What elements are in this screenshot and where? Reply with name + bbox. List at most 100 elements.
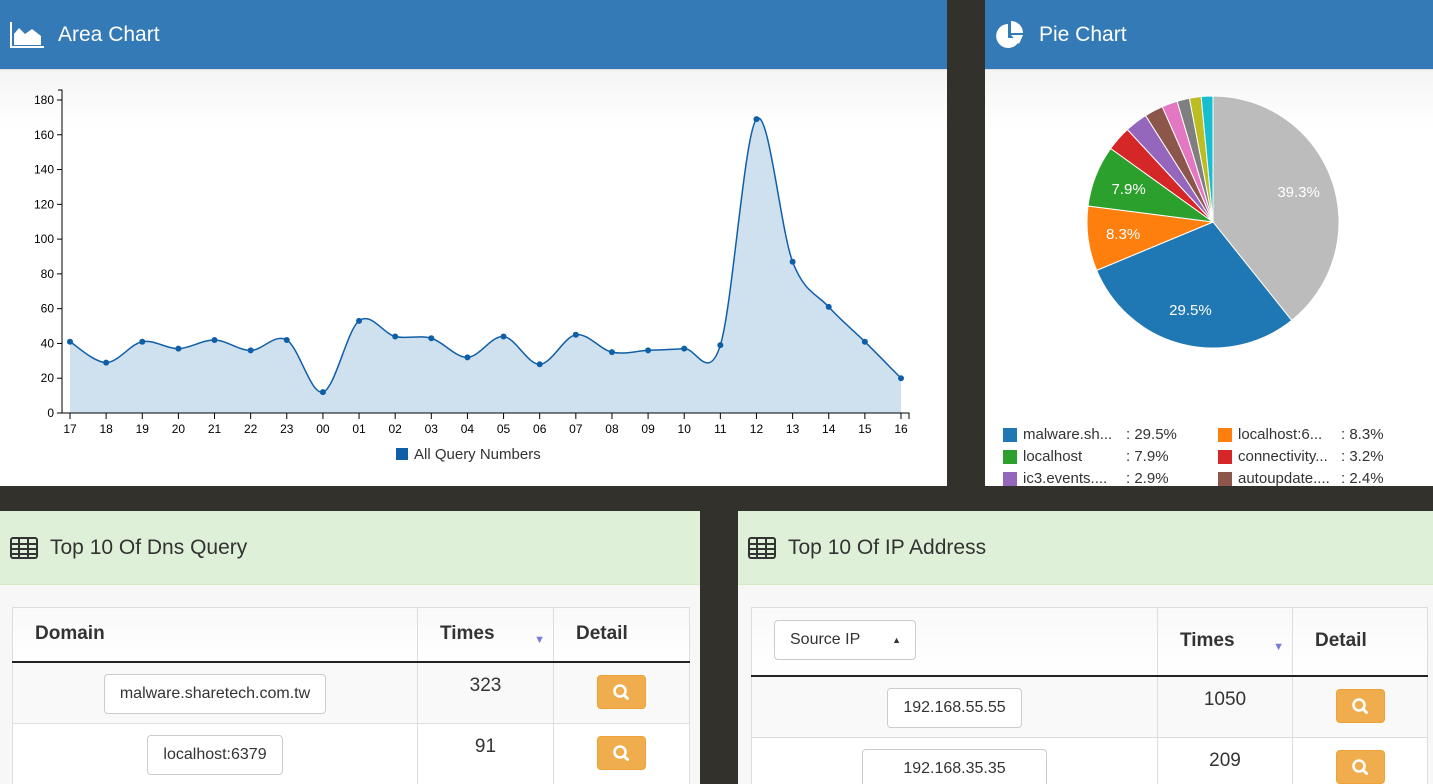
table-icon (10, 536, 38, 559)
data-point (861, 338, 868, 345)
data-point (789, 258, 796, 265)
search-icon (613, 683, 629, 700)
sort-desc-icon[interactable]: ▼ (1273, 641, 1284, 653)
legend-label: localhost (1023, 448, 1083, 465)
times-value: 323 (417, 661, 554, 724)
data-point (283, 336, 290, 343)
domain-value[interactable]: malware.sharetech.com.tw (103, 673, 327, 714)
legend-label: All Query Numbers (414, 446, 541, 463)
data-point (898, 375, 904, 382)
legend-item[interactable]: autoupdate....: 2.4% (1218, 470, 1418, 486)
x-tick-label: 20 (172, 422, 186, 436)
y-tick-label: 100 (34, 232, 54, 246)
data-point (500, 333, 507, 340)
x-tick-label: 04 (461, 422, 475, 436)
pie-chart-panel: Pie Chart 39.3% 29.5% 8.3% 7.9% malware.sh.… (985, 0, 1433, 486)
ip-type-select[interactable]: Source IP ▲ (774, 620, 916, 660)
x-tick-label: 23 (280, 422, 294, 436)
data-point (464, 354, 471, 361)
data-point (356, 317, 363, 324)
detail-search-button[interactable] (597, 674, 646, 709)
area-chart-panel: Area Chart 0 20 40 60 80 100 120 140 160 180 17 18 1… (0, 0, 947, 486)
legend-swatch (1003, 449, 1017, 464)
y-tick-label: 180 (34, 93, 54, 107)
data-point (319, 389, 326, 396)
data-point (753, 116, 760, 123)
search-icon (1351, 697, 1368, 714)
y-tick-label: 60 (41, 302, 55, 316)
legend-value: : 29.5% (1126, 426, 1177, 443)
area-fill (70, 118, 901, 413)
data-point (392, 333, 399, 340)
times-value: 1050 (1157, 675, 1293, 738)
y-tick-label: 20 (41, 371, 55, 385)
y-tick-label: 120 (34, 197, 54, 211)
dns-query-title: Top 10 Of Dns Query (50, 535, 248, 559)
data-point (211, 336, 218, 343)
column-header-times[interactable]: Times ▼ (1157, 607, 1293, 677)
data-point (103, 359, 110, 366)
legend-value: : 7.9% (1126, 448, 1169, 465)
x-tick-label: 11 (714, 422, 727, 436)
ip-value[interactable]: 192.168.35.35 (862, 749, 1047, 784)
legend-value: : 2.4% (1341, 470, 1384, 486)
detail-search-button[interactable] (1335, 688, 1385, 723)
search-icon (1351, 759, 1368, 775)
area-chart: 02040608010012014016018017 18 19 20 21 22 23 00… (34, 89, 910, 463)
legend-value: : 3.2% (1341, 448, 1384, 465)
legend-item[interactable]: localhost : 7.9% (1003, 448, 1218, 465)
x-tick-label: 16 (894, 422, 908, 436)
legend-label: connectivity... (1238, 448, 1328, 465)
ip-address-title: Top 10 Of IP Address (788, 535, 987, 559)
data-point (536, 361, 543, 368)
legend-swatch (1003, 427, 1017, 442)
sort-desc-icon[interactable]: ▼ (534, 634, 545, 646)
legend-item[interactable]: connectivity... : 3.2% (1218, 448, 1418, 465)
column-header-detail: Detail (553, 607, 690, 663)
data-point (608, 349, 615, 356)
x-tick-label: 22 (244, 422, 258, 436)
data-point (247, 347, 254, 354)
column-header-times[interactable]: Times ▼ (417, 607, 554, 663)
ip-value[interactable]: 192.168.55.55 (887, 687, 1022, 728)
y-tick-label: 40 (41, 336, 55, 350)
data-point (139, 338, 146, 345)
x-tick-label: 05 (497, 422, 511, 436)
dns-query-header: Top 10 Of Dns Query (0, 511, 700, 585)
detail-search-button[interactable] (597, 736, 646, 770)
y-tick-label: 140 (34, 163, 54, 177)
pie-chart-icon (996, 20, 1023, 48)
column-header-domain[interactable]: Domain (12, 607, 418, 663)
legend-value: : 8.3% (1341, 426, 1384, 443)
x-tick-label: 07 (569, 422, 583, 436)
legend-swatch (1003, 471, 1017, 486)
x-tick-label: 21 (208, 422, 222, 436)
area-chart-title: Area Chart (58, 22, 160, 46)
slice-label: 29.5% (1169, 302, 1212, 319)
y-tick-label: 0 (47, 406, 54, 420)
legend-item[interactable]: localhost:6... : 8.3% (1218, 426, 1418, 443)
x-tick-label: 08 (605, 422, 619, 436)
pie-chart: 39.3% 29.5% 8.3% 7.9% (1086, 95, 1340, 349)
x-tick-label: 18 (99, 422, 113, 436)
domain-value[interactable]: localhost:6379 (147, 735, 283, 775)
legend-label: localhost:6... (1238, 426, 1323, 443)
legend-item[interactable]: ic3.events.... : 2.9% (1003, 470, 1218, 486)
column-label: Detail (576, 623, 628, 645)
x-tick-label: 09 (641, 422, 655, 436)
x-tick-label: 01 (352, 422, 366, 436)
legend-value: : 2.9% (1126, 470, 1169, 486)
pie-chart-title: Pie Chart (1039, 22, 1127, 46)
legend-label: ic3.events.... (1023, 470, 1108, 486)
legend-swatch (1218, 471, 1232, 486)
data-point (428, 335, 435, 342)
search-icon (613, 745, 629, 761)
y-tick-label: 160 (34, 128, 54, 142)
data-point (645, 347, 652, 354)
detail-search-button[interactable] (1335, 750, 1385, 784)
column-label: Detail (1315, 630, 1367, 652)
x-tick-label: 15 (858, 422, 872, 436)
caret-up-icon: ▲ (892, 635, 901, 645)
legend-label: malware.sh... (1023, 426, 1113, 443)
legend-item[interactable]: malware.sh... : 29.5% (1003, 426, 1218, 443)
